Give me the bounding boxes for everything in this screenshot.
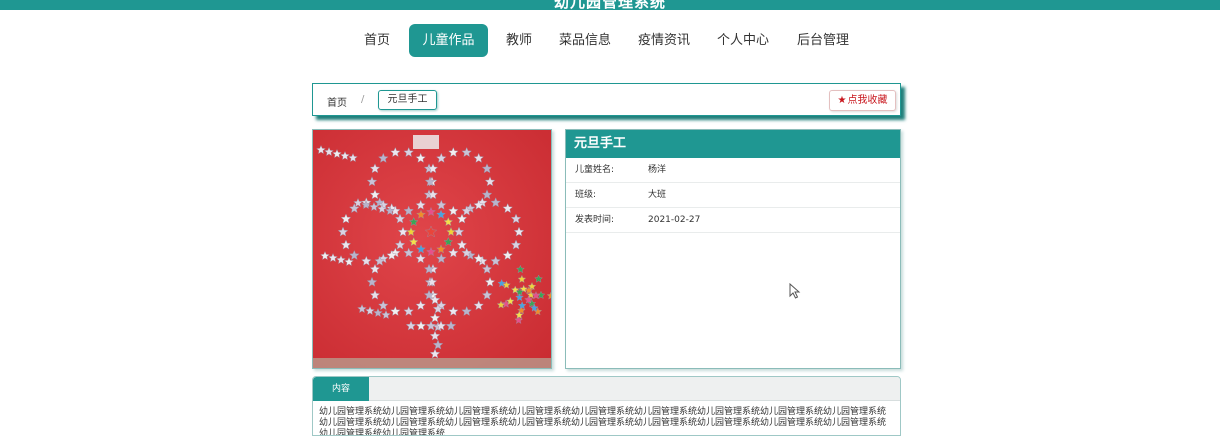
favorite-button[interactable]: ★点我收藏 — [829, 90, 896, 111]
nav-item-epidemic-news[interactable]: 疫情资讯 — [632, 24, 696, 57]
detail-title: 元旦手工 — [566, 130, 900, 158]
detail-panel: 元旦手工 儿童姓名: 杨洋 班级: 大班 发表时间: 2021-02-27 — [565, 129, 901, 369]
detail-row-date: 发表时间: 2021-02-27 — [566, 208, 900, 233]
star-icon: ★ — [837, 95, 847, 106]
header-bar: 幼儿园管理系统 — [0, 0, 1220, 10]
detail-row-name: 儿童姓名: 杨洋 — [566, 158, 900, 183]
site-title: 幼儿园管理系统 — [553, 0, 666, 10]
content-tab-bar: 内容 — [313, 377, 900, 401]
content-body: 幼儿园管理系统幼儿园管理系统幼儿园管理系统幼儿园管理系统幼儿园管理系统幼儿园管理… — [319, 407, 887, 436]
nav-item-home[interactable]: 首页 — [357, 24, 397, 57]
detail-value-date: 2021-02-27 — [648, 215, 701, 225]
detail-label-class: 班级: — [575, 190, 597, 200]
nav-item-personal-center[interactable]: 个人中心 — [711, 24, 775, 57]
breadcrumb-separator: / — [361, 94, 365, 105]
breadcrumb-home-link[interactable]: 首页 — [327, 94, 347, 109]
detail-label-date: 发表时间: — [575, 215, 615, 225]
breadcrumb-current: 元旦手工 — [378, 90, 437, 110]
star-flower-artwork — [313, 130, 551, 368]
detail-value-name: 杨洋 — [648, 165, 667, 175]
nav-item-dishes[interactable]: 菜品信息 — [553, 24, 617, 57]
nav-item-teachers[interactable]: 教师 — [499, 24, 539, 57]
detail-label-name: 儿童姓名: — [575, 165, 615, 175]
main-nav: 首页 儿童作品 教师 菜品信息 疫情资讯 个人中心 后台管理 — [0, 24, 1220, 57]
nav-item-children-works[interactable]: 儿童作品 — [409, 24, 488, 57]
detail-value-class: 大班 — [648, 190, 667, 200]
artwork-image — [312, 129, 552, 369]
mouse-cursor-icon — [789, 282, 801, 303]
breadcrumb: 首页 / 元旦手工 ★点我收藏 — [312, 83, 901, 116]
tab-content[interactable]: 内容 — [313, 377, 369, 401]
content-section: 内容 幼儿园管理系统幼儿园管理系统幼儿园管理系统幼儿园管理系统幼儿园管理系统幼儿… — [312, 376, 901, 436]
nav-item-admin[interactable]: 后台管理 — [791, 24, 855, 57]
favorite-label: 点我收藏 — [847, 95, 888, 106]
detail-row-class: 班级: 大班 — [566, 183, 900, 208]
